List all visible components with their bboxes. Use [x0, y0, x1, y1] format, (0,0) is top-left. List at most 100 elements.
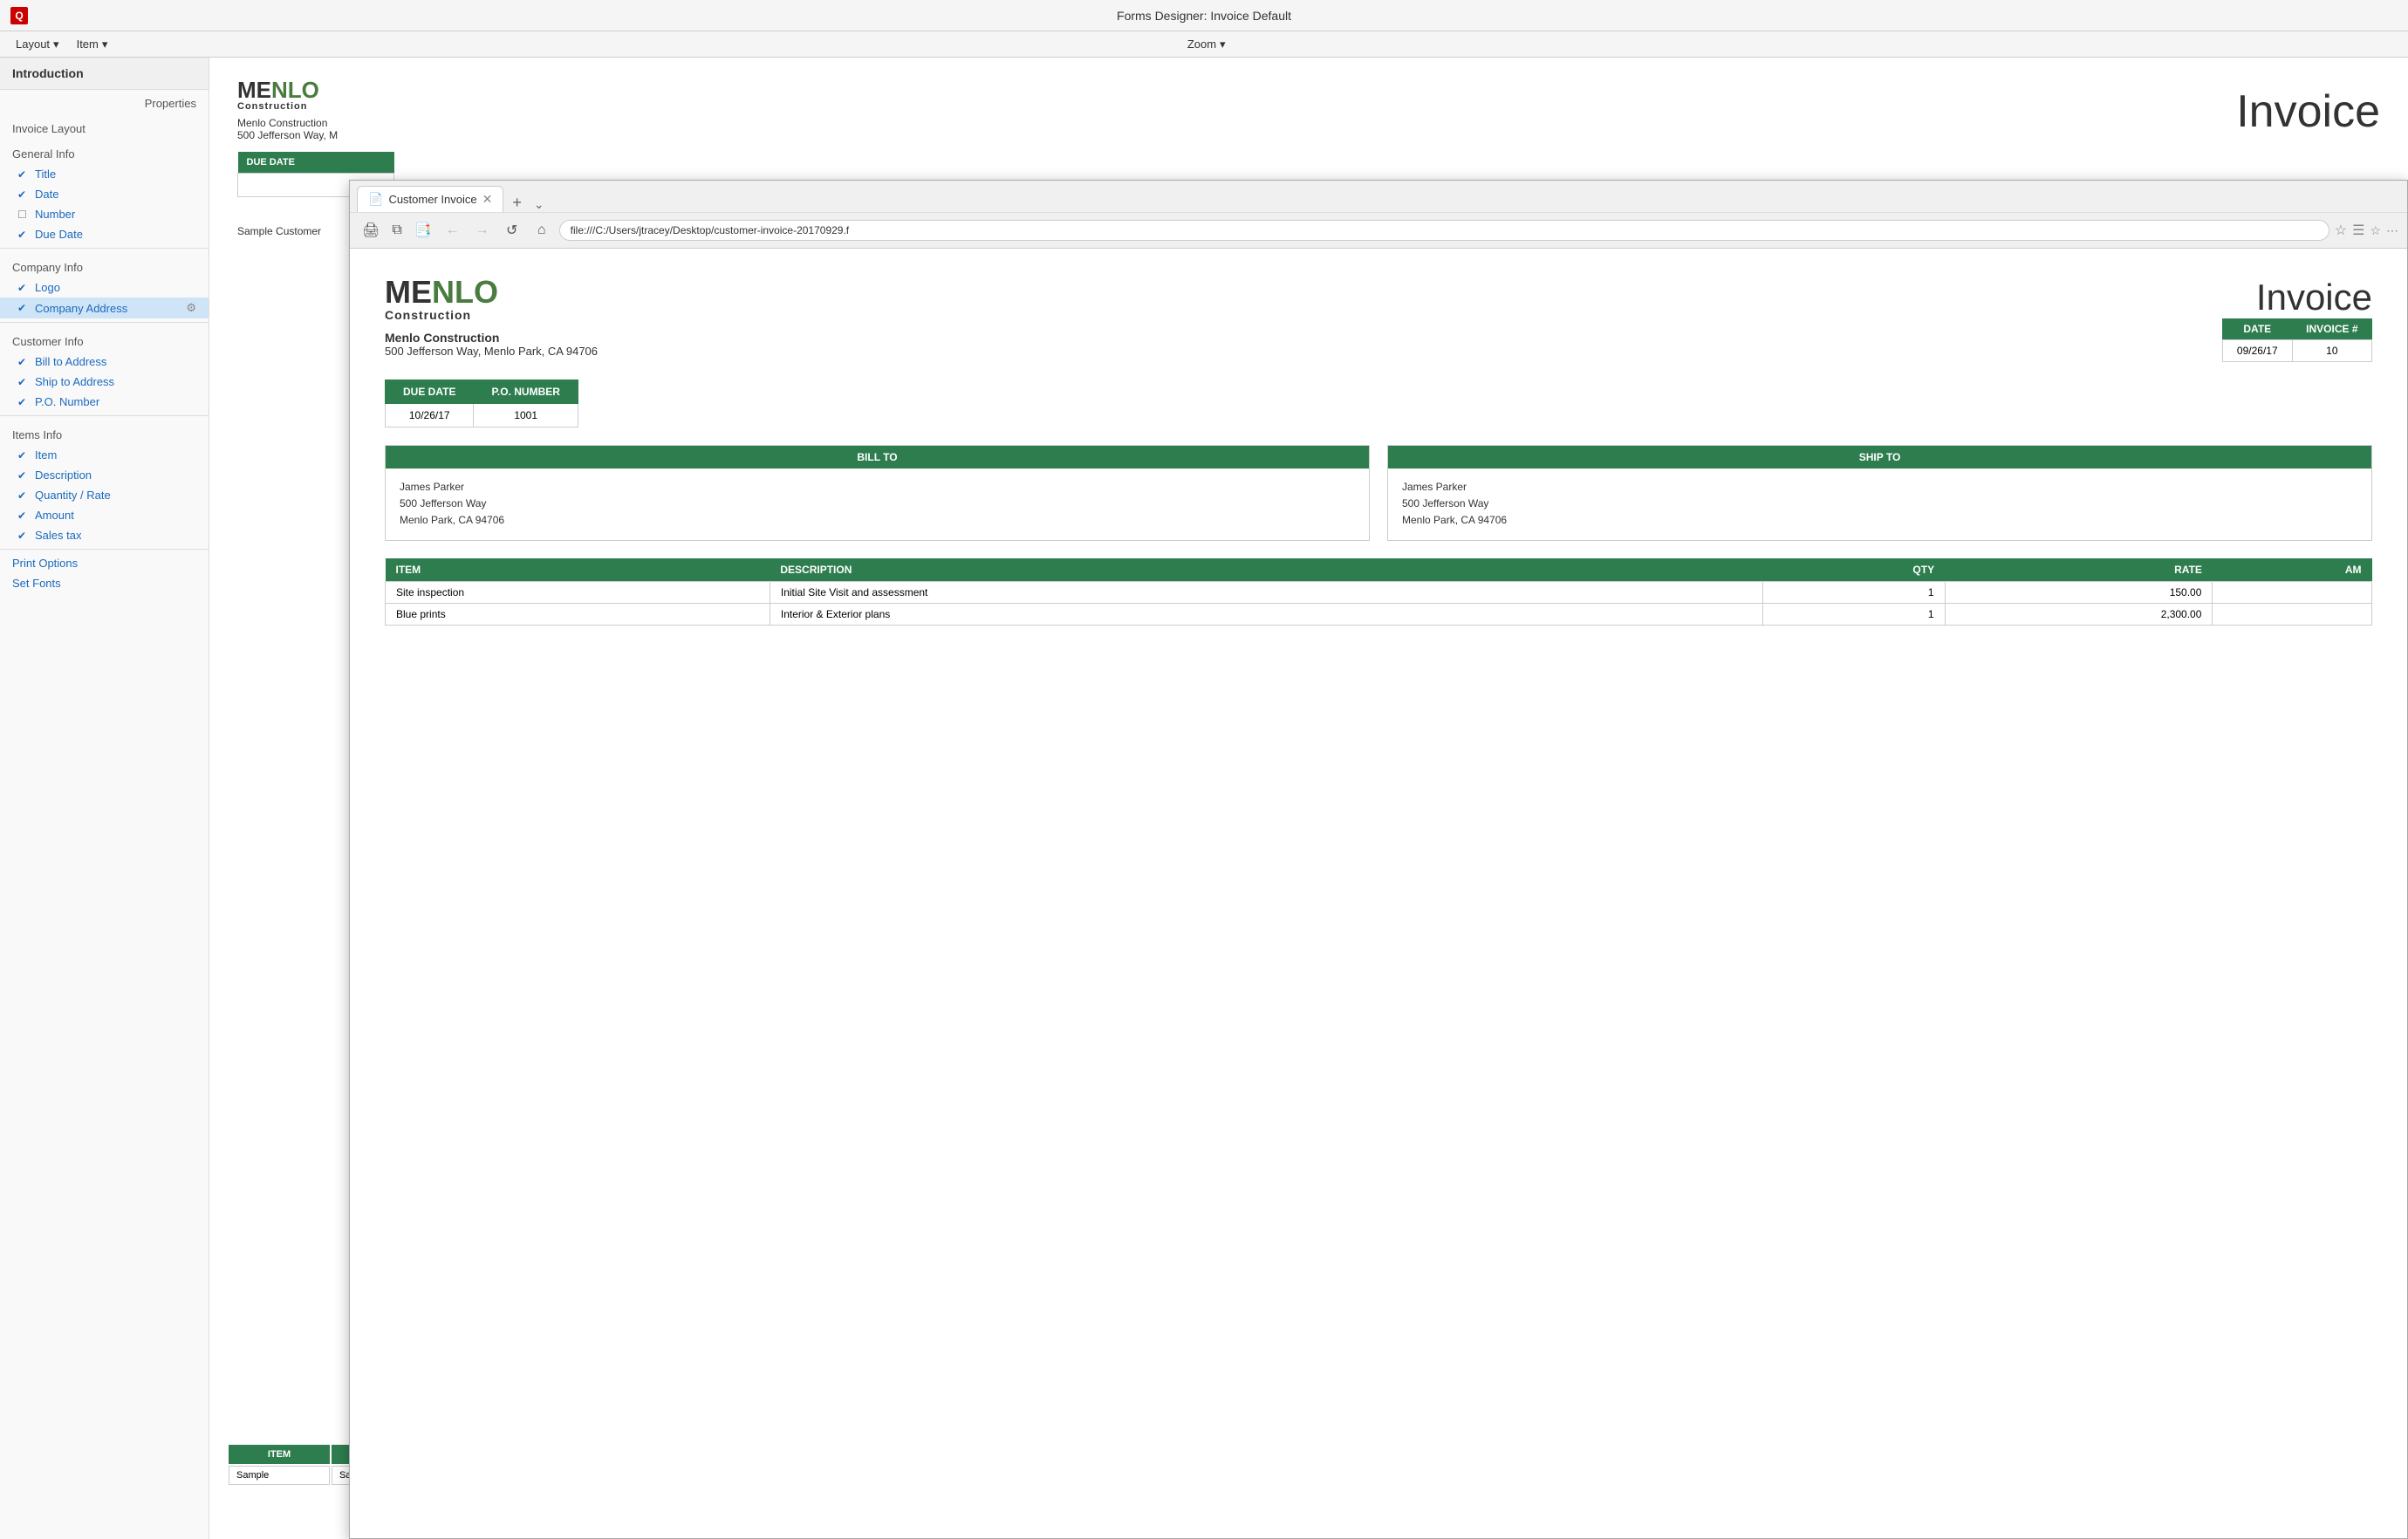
check-icon: ✔: [17, 188, 30, 201]
qty-col-header: QTY: [1763, 558, 1945, 582]
invoice-logo-block: MENLO Construction Menlo Construction 50…: [385, 277, 598, 358]
description-cell: Interior & Exterior plans: [770, 603, 1763, 625]
invoice-num-value: 10: [2292, 340, 2371, 362]
sidebar-item-amount[interactable]: ✔ Amount: [0, 505, 209, 525]
sidebar-item-date[interactable]: ✔ Date: [0, 184, 209, 204]
sidebar-item-bill-to[interactable]: ✔ Bill to Address: [0, 352, 209, 372]
ship-to-block: SHIP TO James Parker 500 Jefferson Way M…: [1387, 445, 2372, 541]
tab-close-button[interactable]: ✕: [482, 192, 493, 207]
tab-label: Customer Invoice: [388, 193, 476, 206]
layout-arrow-icon: ▾: [53, 38, 59, 51]
sidebar-item-due-date[interactable]: ✔ Due Date: [0, 224, 209, 244]
date-value: 09/26/17: [2222, 340, 2292, 362]
bill-to-name: James Parker: [400, 479, 1355, 496]
gear-icon[interactable]: ⚙: [186, 301, 196, 315]
app-icon: Q: [10, 7, 28, 24]
check-icon: ☐: [17, 209, 30, 221]
sidebar-item-sales-tax[interactable]: ✔ Sales tax: [0, 525, 209, 545]
item-menu[interactable]: Item ▾: [68, 34, 117, 55]
table-row: Blue prints Interior & Exterior plans 1 …: [386, 603, 2372, 625]
hub-icon[interactable]: ☰: [2352, 222, 2364, 239]
browser-pdf-icon[interactable]: 📑: [411, 222, 435, 239]
check-icon: ✔: [17, 376, 30, 388]
sidebar-header: Introduction: [0, 58, 209, 90]
address-bar[interactable]: file:///C:/Users/jtracey/Desktop/custome…: [559, 220, 2329, 241]
preview-invoice-title: Invoice: [2236, 86, 2380, 138]
invoice-layout-label: Invoice Layout: [0, 113, 209, 139]
preview-logo: MENLO Construction: [237, 79, 394, 112]
ship-to-body: James Parker 500 Jefferson Way Menlo Par…: [1388, 469, 2371, 540]
home-button[interactable]: ⌂: [530, 218, 554, 243]
amount-cell: [2213, 581, 2372, 603]
sidebar-item-company-address[interactable]: ✔ Company Address ⚙: [0, 298, 209, 318]
back-button[interactable]: ←: [441, 218, 465, 243]
browser-print-icon[interactable]: 🖨: [359, 222, 383, 239]
item-cell: Blue prints: [386, 603, 770, 625]
sidebar-item-set-fonts[interactable]: Set Fonts: [0, 573, 209, 593]
preview-company-address: 500 Jefferson Way, M: [237, 129, 394, 141]
extensions-icon[interactable]: ☆: [2370, 223, 2381, 238]
rate-cell: 2,300.00: [1945, 603, 2213, 625]
sidebar-item-item[interactable]: ✔ Item: [0, 445, 209, 465]
sidebar-item-quantity-rate[interactable]: ✔ Quantity / Rate: [0, 485, 209, 505]
items-info-label: Items Info: [0, 420, 209, 445]
rate-cell: 150.00: [1945, 581, 2213, 603]
more-icon[interactable]: ⋯: [2386, 223, 2398, 238]
ship-to-header: SHIP TO: [1388, 446, 2371, 469]
title-bar: Q Forms Designer: Invoice Default: [0, 0, 2408, 31]
new-tab-button[interactable]: +: [505, 194, 529, 212]
po-number-header: P.O. NUMBER: [474, 380, 578, 404]
content-area: MENLO Construction Menlo Construction 50…: [209, 58, 2408, 1539]
check-icon: ✔: [17, 168, 30, 181]
layout-menu[interactable]: Layout ▾: [7, 34, 68, 55]
divider: [0, 549, 209, 550]
pdf-icon: 📄: [368, 192, 383, 207]
divider: [0, 415, 209, 416]
due-date-header: DUE DATE: [386, 380, 474, 404]
main-layout: Introduction Properties Invoice Layout G…: [0, 58, 2408, 1539]
description-cell: Initial Site Visit and assessment: [770, 581, 1763, 603]
items-table: ITEM DESCRIPTION QTY RATE AM Site inspec…: [385, 558, 2372, 626]
sidebar-item-logo[interactable]: ✔ Logo: [0, 277, 209, 298]
divider: [0, 248, 209, 249]
company-address: 500 Jefferson Way, Menlo Park, CA 94706: [385, 345, 598, 358]
check-icon: ✔: [17, 510, 30, 522]
invoice-header: MENLO Construction Menlo Construction 50…: [385, 277, 2372, 362]
due-date-value: 10/26/17: [386, 404, 474, 428]
rate-col-header: RATE: [1945, 558, 2213, 582]
sidebar-item-number[interactable]: ☐ Number: [0, 204, 209, 224]
browser-tab-active[interactable]: 📄 Customer Invoice ✕: [357, 186, 503, 212]
browser-content: MENLO Construction Menlo Construction 50…: [350, 249, 2407, 1538]
refresh-button[interactable]: ↺: [500, 218, 524, 243]
company-info-label: Company Info: [0, 252, 209, 277]
bill-to-header: BILL TO: [386, 446, 1369, 469]
tab-chevron-icon[interactable]: ⌄: [530, 197, 548, 212]
amount-col-header: AM: [2213, 558, 2372, 582]
sidebar-item-title[interactable]: ✔ Title: [0, 164, 209, 184]
general-info-label: General Info: [0, 139, 209, 164]
forward-button[interactable]: →: [470, 218, 495, 243]
check-icon: ✔: [17, 396, 30, 408]
sidebar-item-print-options[interactable]: Print Options: [0, 553, 209, 573]
browser-restore-icon[interactable]: ⧉: [388, 222, 405, 238]
bill-to-block: BILL TO James Parker 500 Jefferson Way M…: [385, 445, 1370, 541]
invoice-info-table: DATE INVOICE # 09/26/17 10: [2222, 318, 2372, 362]
item-arrow-icon: ▾: [102, 38, 108, 51]
description-col-header: DESCRIPTION: [770, 558, 1763, 582]
sidebar-item-description[interactable]: ✔ Description: [0, 465, 209, 485]
browser-nav-bar: 🖨 ⧉ 📑 ← → ↺ ⌂ file:///C:/Users/jtracey/D…: [350, 212, 2407, 248]
invoice-title: Invoice: [2222, 277, 2372, 318]
po-number-value: 1001: [474, 404, 578, 428]
zoom-menu[interactable]: Zoom ▾: [1179, 34, 1235, 55]
bill-to-body: James Parker 500 Jefferson Way Menlo Par…: [386, 469, 1369, 540]
check-icon: ✔: [17, 356, 30, 368]
favorites-icon[interactable]: ☆: [2335, 222, 2347, 239]
divider: [0, 322, 209, 323]
sidebar-item-po-number[interactable]: ✔ P.O. Number: [0, 392, 209, 412]
check-icon: ✔: [17, 530, 30, 542]
check-icon: ✔: [17, 229, 30, 241]
ship-to-name: James Parker: [1402, 479, 2357, 496]
bill-to-address1: 500 Jefferson Way: [400, 496, 1355, 512]
sidebar-item-ship-to[interactable]: ✔ Ship to Address: [0, 372, 209, 392]
table-row: Site inspection Initial Site Visit and a…: [386, 581, 2372, 603]
